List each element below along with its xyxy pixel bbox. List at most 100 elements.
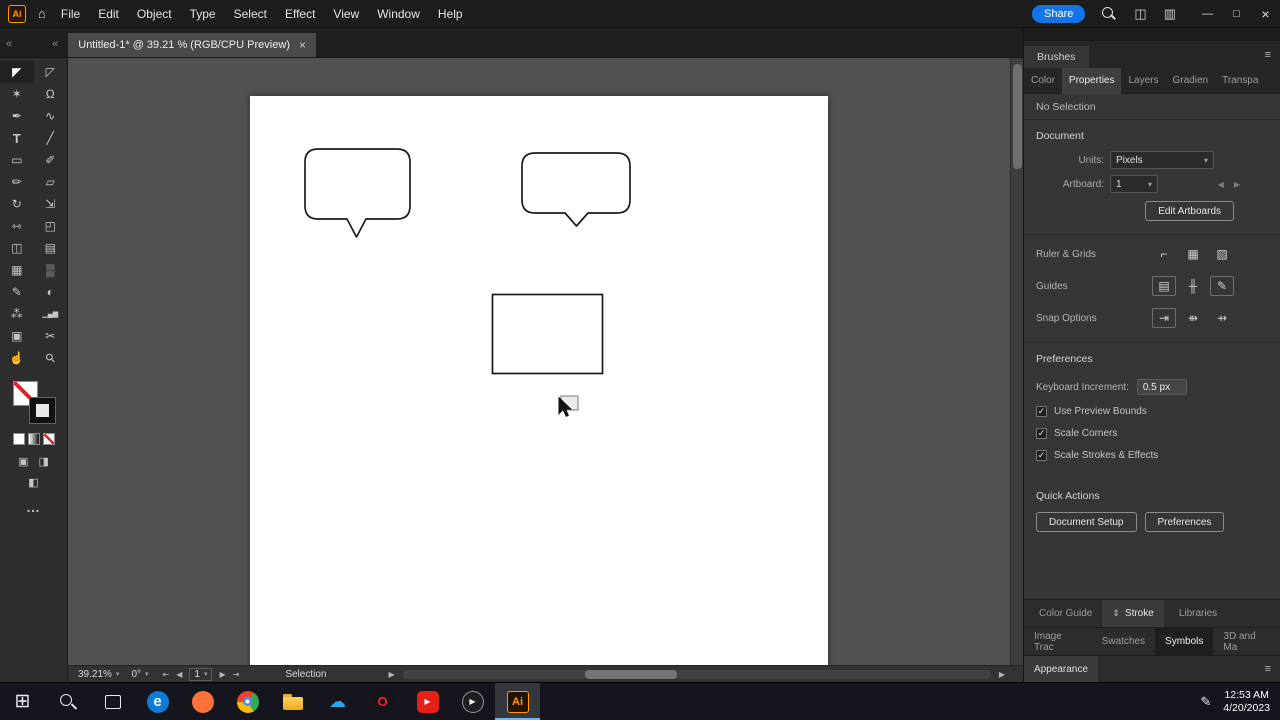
menu-help[interactable]: Help — [429, 0, 472, 27]
free-transform-tool[interactable]: ◰ — [34, 215, 68, 237]
color-swatch[interactable] — [12, 433, 25, 445]
width-tool[interactable]: ⇿ — [0, 215, 34, 237]
slice-tool[interactable]: ✂ — [34, 325, 68, 347]
arrange-documents-icon[interactable]: ◫ — [1134, 6, 1146, 22]
minimize-button[interactable]: — — [1193, 0, 1222, 27]
rotate-tool[interactable]: ↻ — [0, 193, 34, 215]
file-explorer-icon[interactable] — [270, 683, 315, 720]
direct-selection-tool[interactable]: ◸ — [34, 61, 68, 83]
rectangle-shape[interactable] — [491, 293, 604, 375]
brushes-panel-tab[interactable]: Brushes — [1024, 46, 1089, 68]
close-document-icon[interactable]: × — [299, 38, 306, 52]
panel-tab-color[interactable]: Color — [1024, 68, 1062, 94]
close-button[interactable]: × — [1251, 0, 1280, 27]
keyboard-increment-input[interactable]: 0.5 px — [1136, 379, 1187, 395]
blend-tool[interactable]: ◐ — [34, 281, 68, 303]
rectangle-tool[interactable]: ▭ — [0, 149, 34, 171]
stroke-swatch[interactable] — [28, 397, 56, 424]
draw-normal-icon[interactable]: ▣ — [18, 455, 28, 468]
lasso-tool[interactable]: Ω — [34, 83, 68, 105]
shape-builder-tool[interactable]: ◫ — [0, 237, 34, 259]
panel-tab-layers[interactable]: Layers — [1121, 68, 1165, 94]
illustrator-icon[interactable]: Ai — [495, 683, 540, 720]
prev-artboard-icon[interactable]: ◀ — [1218, 180, 1224, 189]
opera-icon[interactable]: O — [360, 683, 405, 720]
scale-strokes-effects-checkbox[interactable]: ✓ Scale Strokes & Effects — [1036, 444, 1268, 466]
tab-swatches[interactable]: Swatches — [1092, 628, 1155, 655]
document-tab[interactable]: Untitled-1* @ 39.21 % (RGB/CPU Preview) … — [68, 33, 316, 57]
snap-to-glyph-icon[interactable]: ⇸ — [1210, 308, 1234, 328]
zoom-control[interactable]: 39.21% ▾ — [72, 669, 125, 680]
search-icon[interactable] — [1101, 6, 1116, 21]
onedrive-icon[interactable]: ☁ — [315, 683, 360, 720]
use-preview-bounds-checkbox[interactable]: ✓ Use Preview Bounds — [1036, 400, 1268, 422]
units-dropdown[interactable]: Pixels ▾ — [1110, 151, 1214, 169]
next-artboard-icon[interactable]: ▶ — [219, 670, 225, 679]
panel-menu-icon[interactable]: ≡ — [1265, 49, 1271, 61]
eyedropper-tool[interactable]: ✎ — [0, 281, 34, 303]
snap-to-grid-icon[interactable]: ⇻ — [1181, 308, 1205, 328]
menu-window[interactable]: Window — [368, 0, 429, 27]
speech-bubble-left[interactable] — [304, 148, 411, 238]
task-view-icon[interactable] — [90, 683, 135, 720]
pen-tool[interactable]: ✒ — [0, 105, 34, 127]
previous-artboard-icon[interactable]: ◀ — [176, 670, 182, 679]
menu-edit[interactable]: Edit — [89, 0, 128, 27]
pencil-tool[interactable]: ✏ — [0, 171, 34, 193]
artboard-dropdown[interactable]: 1 ▾ — [1110, 175, 1158, 193]
chrome-icon[interactable] — [225, 683, 270, 720]
show-guides-icon[interactable]: ▤ — [1152, 276, 1176, 296]
hand-tool[interactable]: ☝ — [0, 347, 34, 369]
edit-artboards-button[interactable]: Edit Artboards — [1145, 201, 1234, 221]
status-expand-icon[interactable]: ▶ — [388, 670, 394, 679]
gradient-tool[interactable]: ▒ — [34, 259, 68, 281]
appearance-panel-tab[interactable]: Appearance — [1024, 656, 1098, 682]
collapse-dock-icon[interactable]: « — [0, 38, 12, 57]
artboard[interactable] — [250, 96, 828, 665]
rotation-control[interactable]: 0° ▾ — [125, 669, 154, 680]
tab-libraries[interactable]: Libraries — [1164, 600, 1227, 627]
scale-corners-checkbox[interactable]: ✓ Scale Corners — [1036, 422, 1268, 444]
menu-type[interactable]: Type — [181, 0, 225, 27]
collapse-toolbar-icon[interactable]: « — [46, 38, 58, 57]
artboard-number-dropdown[interactable]: 1 ▾ — [189, 667, 213, 681]
scroll-right-icon[interactable]: ▶ — [999, 670, 1005, 679]
windows-ink-icon[interactable]: ✎ — [1200, 694, 1211, 710]
first-artboard-icon[interactable]: ⇤ — [163, 670, 170, 679]
paintbrush-tool[interactable]: ✐ — [34, 149, 68, 171]
media-player-icon[interactable]: ▶ — [450, 683, 495, 720]
transparency-grid-icon[interactable]: ▨ — [1210, 244, 1234, 264]
draw-behind-icon[interactable]: ◨ — [39, 455, 49, 468]
speech-bubble-right[interactable] — [521, 152, 631, 227]
perspective-grid-tool[interactable]: ▤ — [34, 237, 68, 259]
edge-icon[interactable]: e — [135, 683, 180, 720]
last-artboard-icon[interactable]: ⇥ — [233, 670, 240, 679]
share-button[interactable]: Share — [1032, 4, 1086, 23]
gradient-swatch[interactable] — [27, 433, 40, 445]
zoom-tool[interactable]: ⚲ — [34, 347, 68, 369]
eraser-tool[interactable]: ▱ — [34, 171, 68, 193]
start-icon[interactable]: ⊞ — [0, 683, 45, 720]
edit-toolbar-icon[interactable]: … — [26, 499, 41, 515]
panel-tab-properties[interactable]: Properties — [1061, 67, 1122, 94]
type-tool[interactable]: T — [0, 127, 34, 149]
horizontal-scrollbar-thumb[interactable] — [584, 669, 677, 679]
illustrator-app-icon[interactable]: Ai — [8, 4, 26, 23]
tab-stroke[interactable]: ⇕ Stroke — [1102, 600, 1164, 627]
screen-mode-icon[interactable]: ◧ — [28, 476, 38, 489]
scale-tool[interactable]: ⇲ — [34, 193, 68, 215]
canvas[interactable] — [68, 58, 1023, 665]
lock-guides-icon[interactable]: ╫ — [1181, 276, 1205, 296]
panel-tab-transparency[interactable]: Transpa — [1215, 68, 1265, 94]
column-graph-tool[interactable]: ▁▄▆ — [34, 303, 68, 325]
search-icon[interactable] — [45, 683, 90, 720]
fill-stroke-widget[interactable] — [12, 381, 56, 424]
firefox-icon[interactable] — [180, 683, 225, 720]
menu-effect[interactable]: Effect — [276, 0, 324, 27]
menu-select[interactable]: Select — [225, 0, 276, 27]
symbol-sprayer-tool[interactable]: ⁂ — [0, 303, 34, 325]
panel-menu-icon[interactable]: ≡ — [1265, 663, 1271, 675]
workspace-switcher-icon[interactable]: ▥ — [1164, 6, 1176, 22]
restore-button[interactable]: □ — [1222, 0, 1251, 27]
line-segment-tool[interactable]: ╱ — [34, 127, 68, 149]
